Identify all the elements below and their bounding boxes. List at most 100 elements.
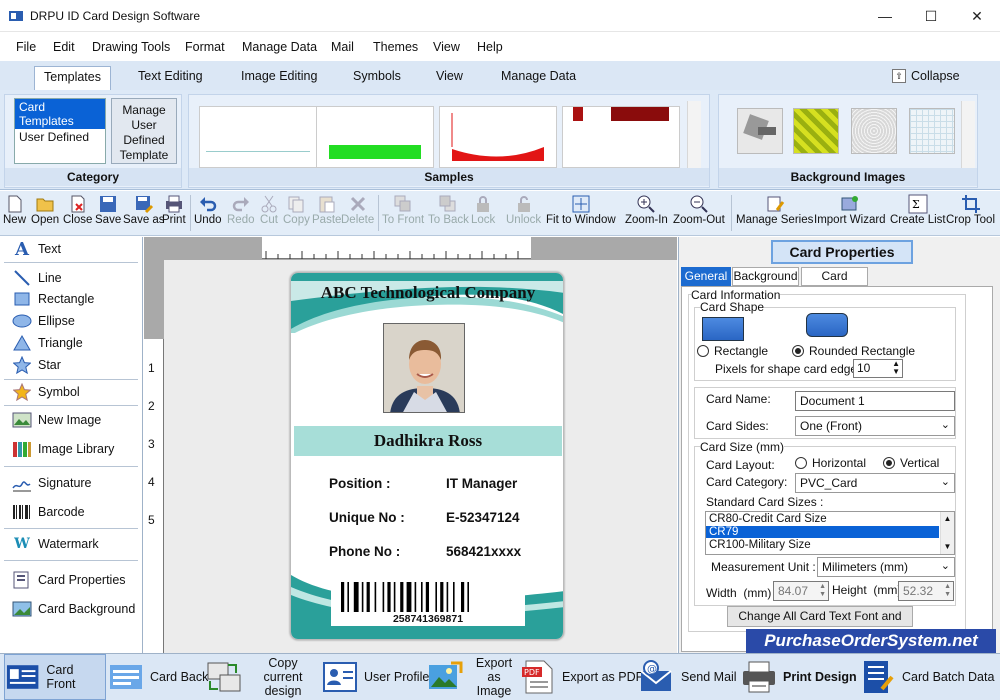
tool-card-background[interactable]: Card Background bbox=[12, 600, 135, 618]
menu-mail[interactable]: Mail bbox=[331, 40, 354, 54]
cut-button[interactable]: Cut bbox=[259, 194, 279, 226]
size-option[interactable]: CR80-Credit Card Size bbox=[706, 512, 954, 526]
tool-triangle[interactable]: Triangle bbox=[12, 334, 83, 352]
open-button[interactable]: Open bbox=[31, 194, 59, 226]
position-label[interactable]: Position : bbox=[329, 476, 391, 491]
tab-manage-data[interactable]: Manage Data bbox=[501, 69, 576, 83]
rounded-rectangle-shape-preview[interactable] bbox=[806, 313, 848, 337]
close-window-button[interactable]: ✕ bbox=[954, 0, 1000, 32]
tab-templates[interactable]: Templates bbox=[34, 66, 111, 90]
save-as-button[interactable]: Save as bbox=[123, 194, 165, 226]
horizontal-radio[interactable]: Horizontal bbox=[795, 456, 866, 470]
measurement-unit-select[interactable]: Milimeters (mm) ⌄ bbox=[817, 557, 955, 577]
menu-manage-data[interactable]: Manage Data bbox=[242, 40, 317, 54]
menu-view[interactable]: View bbox=[433, 40, 460, 54]
menu-themes[interactable]: Themes bbox=[373, 40, 418, 54]
create-list-button[interactable]: Σ Create List bbox=[890, 194, 946, 226]
tab-text-editing[interactable]: Text Editing bbox=[138, 69, 203, 83]
unique-no-label[interactable]: Unique No : bbox=[329, 510, 405, 525]
menu-format[interactable]: Format bbox=[185, 40, 225, 54]
tool-signature[interactable]: Signature bbox=[12, 474, 92, 492]
minimize-button[interactable]: — bbox=[862, 0, 908, 32]
zoom-in-button[interactable]: Zoom-In bbox=[625, 194, 668, 226]
tab-background[interactable]: Background bbox=[732, 267, 799, 286]
category-card-templates[interactable]: Card Templates bbox=[15, 99, 105, 129]
menu-help[interactable]: Help bbox=[477, 40, 503, 54]
paste-button[interactable]: Paste bbox=[312, 194, 341, 226]
user-profile-button[interactable]: User Profile bbox=[322, 654, 429, 700]
card-front-button[interactable]: Card Front bbox=[4, 654, 106, 700]
background-image-4[interactable] bbox=[909, 108, 955, 154]
menu-drawing-tools[interactable]: Drawing Tools bbox=[92, 40, 170, 54]
card-back-button[interactable]: Card Back bbox=[108, 654, 208, 700]
category-list[interactable]: Card Templates User Defined bbox=[14, 98, 106, 164]
size-option-selected[interactable]: CR79 bbox=[706, 526, 939, 538]
tab-image-editing[interactable]: Image Editing bbox=[241, 69, 317, 83]
category-user-defined[interactable]: User Defined bbox=[15, 129, 105, 145]
background-scrollbar[interactable] bbox=[961, 101, 975, 171]
menu-file[interactable]: File bbox=[16, 40, 36, 54]
rectangle-shape-preview[interactable] bbox=[702, 317, 744, 341]
delete-button[interactable]: Delete bbox=[341, 194, 374, 226]
position-value[interactable]: IT Manager bbox=[446, 476, 517, 491]
fit-to-window-button[interactable]: Fit to Window bbox=[546, 194, 616, 226]
height-input[interactable]: 52.32 ▲ ▼ bbox=[898, 581, 954, 601]
print-button[interactable]: Print bbox=[162, 194, 186, 226]
new-button[interactable]: New bbox=[3, 194, 26, 226]
tab-card-border[interactable]: Card Border bbox=[801, 267, 868, 300]
edge-pixels-stepper[interactable]: 10 ▲ ▼ bbox=[853, 359, 903, 378]
tool-card-properties[interactable]: Card Properties bbox=[12, 571, 126, 589]
zoom-out-button[interactable]: Zoom-Out bbox=[673, 194, 725, 226]
copy-current-design-button[interactable]: Copy current design bbox=[206, 654, 318, 700]
collapse-button[interactable]: ⇧ Collapse bbox=[892, 69, 960, 83]
export-as-image-button[interactable]: Export as Image bbox=[427, 654, 519, 700]
sample-template-3[interactable] bbox=[439, 106, 557, 168]
card-company-name[interactable]: ABC Technological Company bbox=[291, 283, 563, 303]
card-holder-name[interactable]: Dadhikra Ross bbox=[291, 431, 563, 451]
unlock-button[interactable]: Unlock bbox=[506, 194, 541, 226]
export-as-pdf-button[interactable]: PDF Export as PDF bbox=[520, 654, 643, 700]
card-category-select[interactable]: PVC_Card ⌄ bbox=[795, 473, 955, 493]
card-photo[interactable] bbox=[383, 323, 465, 413]
tool-barcode[interactable]: Barcode bbox=[12, 503, 85, 521]
send-mail-button[interactable]: @ Send Mail bbox=[639, 654, 737, 700]
sample-template-4[interactable] bbox=[562, 106, 680, 168]
background-image-1[interactable] bbox=[737, 108, 783, 154]
tool-rectangle[interactable]: Rectangle bbox=[12, 290, 94, 308]
phone-no-value[interactable]: 568421xxxx bbox=[446, 544, 521, 559]
sample-template-2[interactable] bbox=[316, 106, 434, 168]
samples-scrollbar[interactable] bbox=[687, 101, 701, 171]
crop-tool-button[interactable]: Crop Tool bbox=[946, 194, 995, 226]
maximize-button[interactable]: ☐ bbox=[908, 0, 954, 32]
import-wizard-button[interactable]: Import Wizard bbox=[814, 194, 886, 226]
lock-button[interactable]: Lock bbox=[471, 194, 495, 226]
width-input[interactable]: 84.07 ▲ ▼ bbox=[773, 581, 829, 601]
manage-series-button[interactable]: Manage Series bbox=[736, 194, 813, 226]
tool-new-image[interactable]: New Image bbox=[12, 411, 101, 429]
to-front-button[interactable]: To Front bbox=[382, 194, 424, 226]
copy-button[interactable]: Copy bbox=[283, 194, 310, 226]
tool-line[interactable]: Line bbox=[12, 269, 62, 287]
redo-button[interactable]: Redo bbox=[227, 194, 255, 226]
vertical-radio[interactable]: Vertical bbox=[883, 456, 939, 470]
sizes-scrollbar[interactable]: ▲ ▼ bbox=[940, 512, 954, 554]
tab-general[interactable]: General bbox=[681, 267, 731, 286]
tool-text[interactable]: A Text bbox=[12, 239, 61, 260]
save-button[interactable]: Save bbox=[95, 194, 121, 226]
tab-symbols[interactable]: Symbols bbox=[353, 69, 401, 83]
card-sides-select[interactable]: One (Front) ⌄ bbox=[795, 416, 955, 436]
tool-symbol[interactable]: Symbol bbox=[12, 383, 80, 401]
card-batch-data-button[interactable]: Card Batch Data bbox=[860, 654, 994, 700]
tool-star[interactable]: Star bbox=[12, 356, 61, 374]
background-image-2[interactable] bbox=[793, 108, 839, 154]
tool-watermark[interactable]: W Watermark bbox=[12, 535, 99, 553]
id-card-front[interactable]: ABC Technological Company Dadhikra Ross … bbox=[290, 272, 564, 640]
background-image-3[interactable] bbox=[851, 108, 897, 154]
card-name-input[interactable]: Document 1 bbox=[795, 391, 955, 411]
manage-user-defined-template-button[interactable]: Manage User Defined Template bbox=[111, 98, 177, 164]
sample-template-1[interactable] bbox=[199, 106, 317, 168]
tool-ellipse[interactable]: Ellipse bbox=[12, 312, 75, 330]
tool-image-library[interactable]: Image Library bbox=[12, 440, 114, 458]
menu-edit[interactable]: Edit bbox=[53, 40, 75, 54]
unique-no-value[interactable]: E-52347124 bbox=[446, 510, 520, 525]
